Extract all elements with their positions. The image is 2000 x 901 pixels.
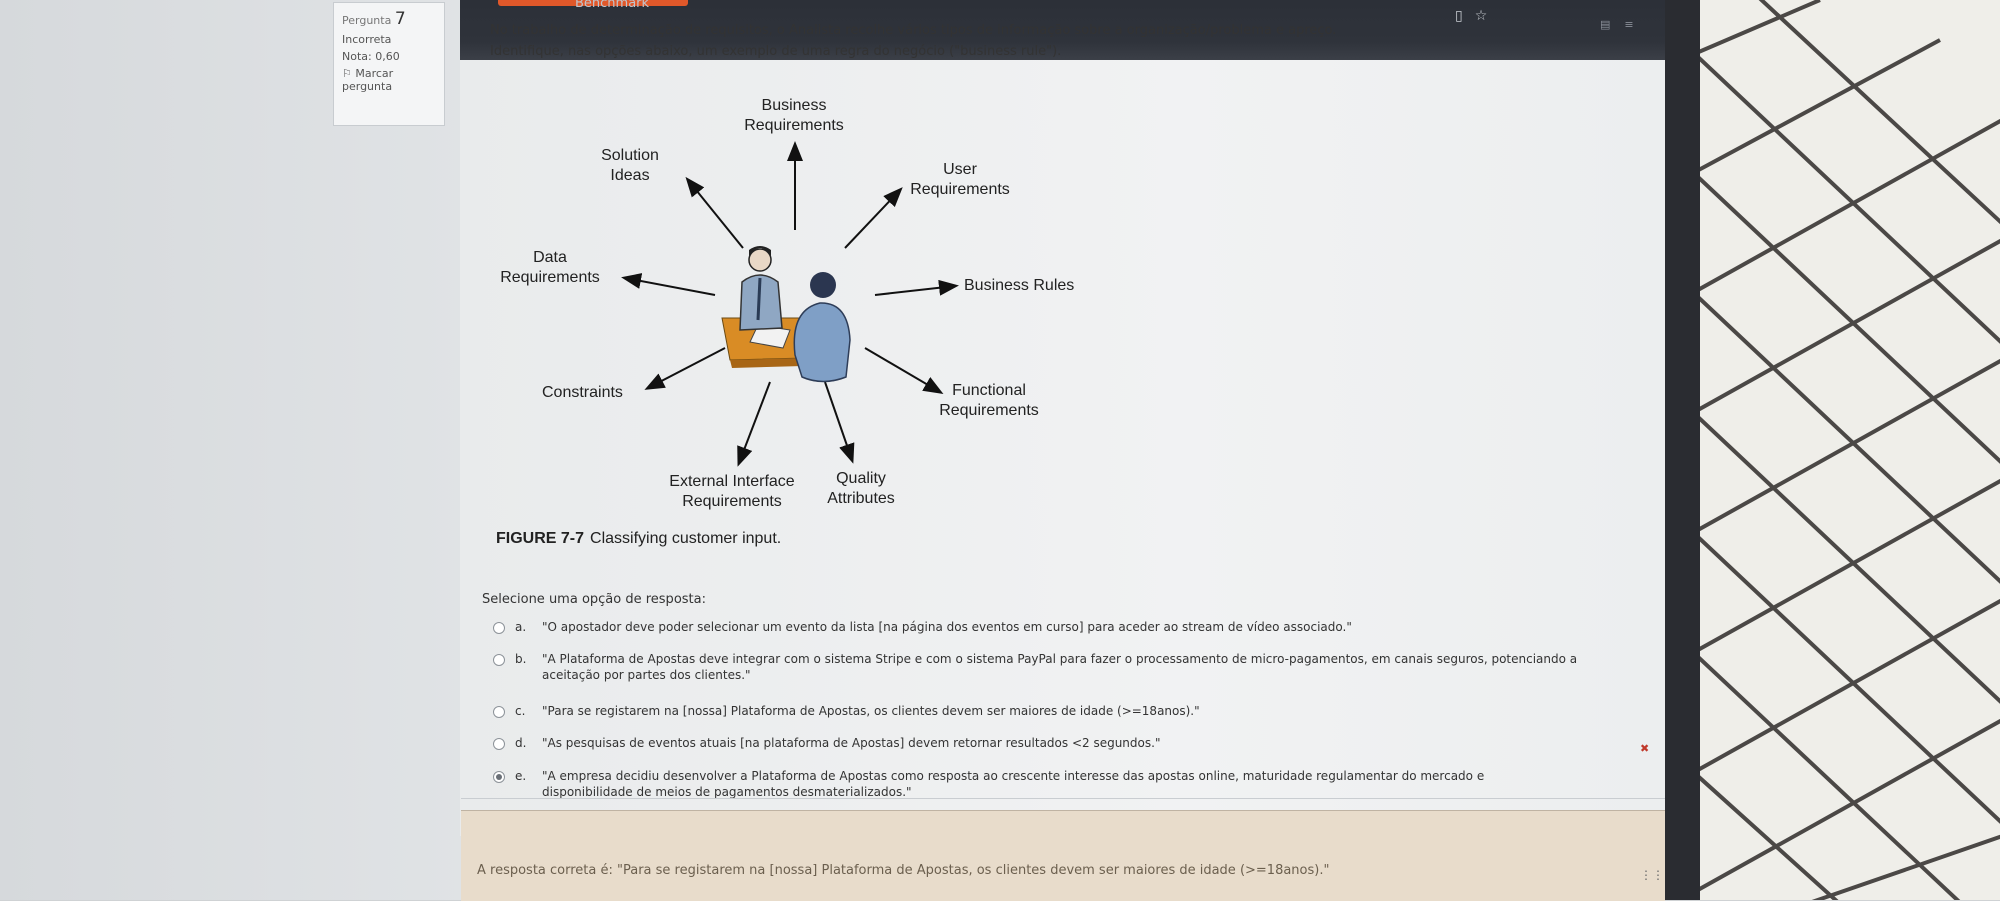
label-quality-attributes: Quality Attributes <box>827 470 895 507</box>
radio-option-d[interactable] <box>493 738 505 750</box>
label-solution-ideas: Solution Ideas <box>601 147 659 184</box>
option-text-continued: aceitação por partes dos clientes." <box>542 668 751 682</box>
requirements-figure: Business Requirements Solution Ideas User R… <box>490 90 1110 560</box>
option-text: "A empresa decidiu desenvolver a Platafo… <box>542 769 1485 783</box>
option-letter: b. <box>515 652 527 666</box>
label-user-requirements: User Requirements <box>910 161 1010 198</box>
radio-option-a[interactable] <box>493 622 505 634</box>
option-text: "As pesquisas de eventos atuais [na plat… <box>542 736 1161 750</box>
option-text: "O apostador deve poder selecionar um ev… <box>542 620 1352 634</box>
question-grade: Nota: 0,60 <box>342 50 400 63</box>
label-constraints: Constraints <box>542 384 623 401</box>
incorrect-icon: ✖ <box>1640 742 1650 755</box>
label-data-requirements: Data Requirements <box>500 249 600 286</box>
background-fabric <box>1700 0 2000 900</box>
radio-option-c[interactable] <box>493 706 505 718</box>
settings-icon[interactable]: ≡ <box>1624 18 1647 31</box>
option-letter: e. <box>515 769 527 783</box>
option-text: "A Plataforma de Apostas deve integrar c… <box>542 652 1578 666</box>
option-letter: d. <box>515 736 527 750</box>
header-title: Benchmark <box>575 0 650 11</box>
option-text-continued: disponibilidade de meios de pagamentos d… <box>542 785 912 799</box>
label-functional-requirements: Functional Requirements <box>939 382 1039 419</box>
question-info-panel: Pergunta 7 Incorreta Nota: 0,60 ⚐ Marcar… <box>333 2 445 126</box>
flag-icon: ⚐ <box>342 67 352 80</box>
feedback-panel: A resposta correta é: "Para se registare… <box>461 810 1665 901</box>
header-icons[interactable]: ▯☆ <box>1455 8 1499 24</box>
meeting-illustration <box>721 246 851 383</box>
radio-option-b[interactable] <box>493 654 505 666</box>
page-icon[interactable]: ▯ <box>1455 8 1475 24</box>
question-status: Incorreta <box>342 33 392 46</box>
divider <box>461 798 1665 799</box>
grid-icon[interactable]: ⋮⋮ <box>1640 868 1664 882</box>
figure-caption: FIGURE 7-7 Classifying customer input. <box>496 530 782 547</box>
question-number: Pergunta 7 <box>342 9 406 29</box>
label-external-interface-requirements: External Interface Requirements <box>669 473 795 510</box>
label-business-requirements: Business Requirements <box>744 97 844 134</box>
star-icon[interactable]: ☆ <box>1475 8 1500 24</box>
radio-option-e[interactable] <box>493 771 505 783</box>
menu-icon[interactable]: ▤ <box>1600 18 1624 31</box>
option-letter: c. <box>515 704 526 718</box>
question-line-2: Identifique, nas opções abaixo, um exemp… <box>490 44 1062 59</box>
option-letter: a. <box>515 620 527 634</box>
question-line-1: No trabalho de determinação de requisito… <box>490 23 1337 38</box>
label-business-rules: Business Rules <box>964 277 1075 294</box>
window-controls[interactable]: ▤≡ <box>1600 18 1648 31</box>
monitor-bezel <box>1665 0 1705 900</box>
answer-prompt: Selecione uma opção de resposta: <box>482 592 706 607</box>
correct-answer-text: A resposta correta é: "Para se registare… <box>477 863 1330 878</box>
flag-question-link[interactable]: ⚐ Marcar pergunta <box>342 67 436 93</box>
option-text: "Para se registarem na [nossa] Plataform… <box>542 704 1200 718</box>
